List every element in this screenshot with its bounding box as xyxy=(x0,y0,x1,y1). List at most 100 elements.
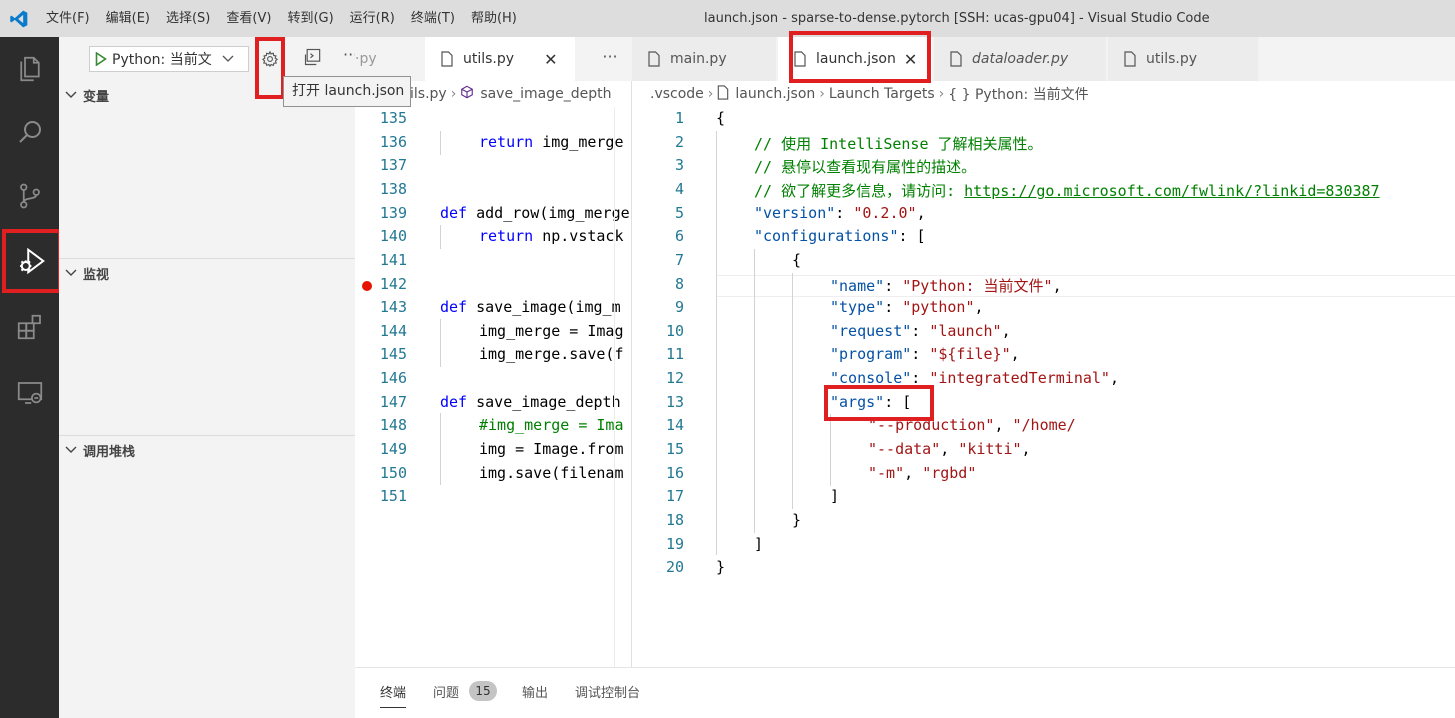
menu-help[interactable]: 帮助(H) xyxy=(463,0,525,37)
line-number: 12 xyxy=(665,369,684,387)
code-line: img = Image.from xyxy=(479,440,624,458)
menu-run[interactable]: 运行(R) xyxy=(342,0,403,37)
code-token: "${file}" xyxy=(929,345,1011,363)
debug-toolbar: Python: 当前文 ··· xyxy=(59,37,358,99)
extensions-icon[interactable] xyxy=(0,297,59,356)
code-line: img_merge.save(f xyxy=(479,345,624,363)
current-line-highlight xyxy=(716,275,1455,297)
problems-count-badge: 15 xyxy=(469,681,497,701)
line-number: 141 xyxy=(379,251,407,269)
code-token: "configurations" xyxy=(754,227,899,245)
line-number: 135 xyxy=(379,109,407,127)
tab-utils-left[interactable]: utils.py ✕ xyxy=(425,37,575,81)
line-number: 146 xyxy=(379,369,407,387)
code-line: img.save(filenam xyxy=(479,464,624,482)
indent-guide xyxy=(830,414,831,486)
tab-partial[interactable]: ·py xyxy=(355,37,425,81)
code-line: { xyxy=(792,251,802,269)
line-number: 17 xyxy=(665,487,684,505)
chevron-right-icon: › xyxy=(819,86,825,102)
line-number: 139 xyxy=(379,204,407,222)
code-token: img_merge xyxy=(533,133,624,151)
code-line: #img_merge = Ima xyxy=(479,416,624,434)
breadcrumb-node[interactable]: Launch Targets xyxy=(829,86,935,102)
code-token: "/home/ xyxy=(1012,416,1076,434)
code-line: "program": "${file}", xyxy=(830,345,1020,363)
menu-selection[interactable]: 选择(S) xyxy=(158,0,218,37)
file-icon xyxy=(946,51,966,67)
remote-explorer-icon[interactable] xyxy=(0,363,59,422)
close-icon[interactable]: ✕ xyxy=(544,50,557,69)
window-title: launch.json - sparse-to-dense.pytorch [S… xyxy=(704,11,1210,26)
tab-dataloader[interactable]: dataloader.py xyxy=(934,37,1106,81)
code-token: return xyxy=(479,227,534,245)
line-number: 143 xyxy=(379,298,407,316)
code-token: "request" xyxy=(830,322,912,340)
breadcrumb-folder[interactable]: .vscode xyxy=(650,86,704,102)
code-token: def xyxy=(440,298,468,316)
code-token: "program" xyxy=(830,345,912,363)
menu-file[interactable]: 文件(F) xyxy=(38,0,98,37)
line-number: 148 xyxy=(379,416,407,434)
start-debugging-icon[interactable] xyxy=(90,52,112,66)
tab-main[interactable]: main.py xyxy=(632,37,776,81)
tab-problems[interactable]: 问题 xyxy=(433,682,459,701)
tab-output[interactable]: 输出 xyxy=(522,682,548,701)
debug-config-select[interactable]: Python: 当前文 xyxy=(89,46,249,72)
more-actions-icon[interactable]: ··· xyxy=(590,37,630,81)
breakpoint-icon[interactable] xyxy=(362,281,372,291)
chevron-down-icon xyxy=(222,52,234,67)
tab-debug-console[interactable]: 调试控制台 xyxy=(575,682,640,701)
scrollbar[interactable] xyxy=(614,107,630,667)
menu-view[interactable]: 查看(V) xyxy=(218,0,279,37)
source-control-icon[interactable] xyxy=(0,166,59,225)
line-number: 2 xyxy=(674,133,684,151)
line-number: 137 xyxy=(379,156,407,174)
files-icon[interactable] xyxy=(0,39,59,98)
menu-terminal[interactable]: 终端(T) xyxy=(403,0,463,37)
menu-go[interactable]: 转到(G) xyxy=(279,0,341,37)
indent-guide xyxy=(440,413,441,485)
code-line: // 悬停以查看现有属性的描述。 xyxy=(754,158,977,176)
code-token: "integratedTerminal" xyxy=(929,369,1110,387)
search-icon[interactable] xyxy=(0,102,59,161)
code-token: def xyxy=(440,204,468,222)
run-debug-icon[interactable] xyxy=(2,229,62,293)
tab-label: dataloader.py xyxy=(972,51,1069,67)
debug-console-icon[interactable] xyxy=(303,47,323,71)
code-token: return xyxy=(479,133,534,151)
chevron-right-icon: › xyxy=(938,86,945,102)
code-token: add_row(img_merge xyxy=(467,204,630,222)
line-number: 5 xyxy=(674,204,684,222)
breadcrumb-node[interactable]: { } Python: 当前文件 xyxy=(948,84,1088,104)
line-number: 6 xyxy=(674,227,684,245)
indent-guide xyxy=(440,131,441,155)
call-stack-section-header[interactable]: 调用堆栈 xyxy=(59,438,355,462)
breadcrumb-symbol[interactable]: save_image_depth xyxy=(480,86,611,102)
breadcrumb-file[interactable]: launch.json xyxy=(735,86,815,102)
code-line: ] xyxy=(830,487,840,505)
watch-section-header[interactable]: 监视 xyxy=(59,261,355,285)
code-line: def save_image(img_m xyxy=(440,298,621,316)
indent-guide xyxy=(440,225,441,249)
tab-label: utils.py xyxy=(463,51,515,67)
line-number: 136 xyxy=(379,133,407,151)
line-number: 147 xyxy=(379,393,407,411)
tab-utils-right[interactable]: utils.py xyxy=(1108,37,1258,81)
right-code-editor[interactable]: 1 2 3 4 5 6 7 8 9 10 11 12 13 14 15 16 1… xyxy=(632,107,1455,667)
tab-label: ·py xyxy=(355,51,377,67)
code-line: // 欲了解更多信息，请访问: https://go.microsoft.com… xyxy=(754,180,1380,201)
menu-edit[interactable]: 编辑(E) xyxy=(98,0,158,37)
debug-config-label: Python: 当前文 xyxy=(112,52,212,68)
code-line: "configurations": [ xyxy=(754,227,926,245)
left-code-editor[interactable]: 135 136 137 138 139 140 141 142 143 144 … xyxy=(355,107,631,667)
watch-section-title: 监视 xyxy=(83,267,110,283)
breadcrumb-file[interactable]: ils.py xyxy=(410,86,447,102)
tooltip: 打开 launch.json xyxy=(283,76,411,107)
code-line: def add_row(img_merge xyxy=(440,204,630,222)
variables-section-title: 变量 xyxy=(83,89,110,105)
tab-terminal[interactable]: 终端 xyxy=(380,682,407,708)
code-line: "-m", "rgbd" xyxy=(868,464,977,482)
docs-link[interactable]: https://go.microsoft.com/fwlink/?linkid=… xyxy=(964,182,1379,200)
code-token: "name" xyxy=(830,277,885,295)
